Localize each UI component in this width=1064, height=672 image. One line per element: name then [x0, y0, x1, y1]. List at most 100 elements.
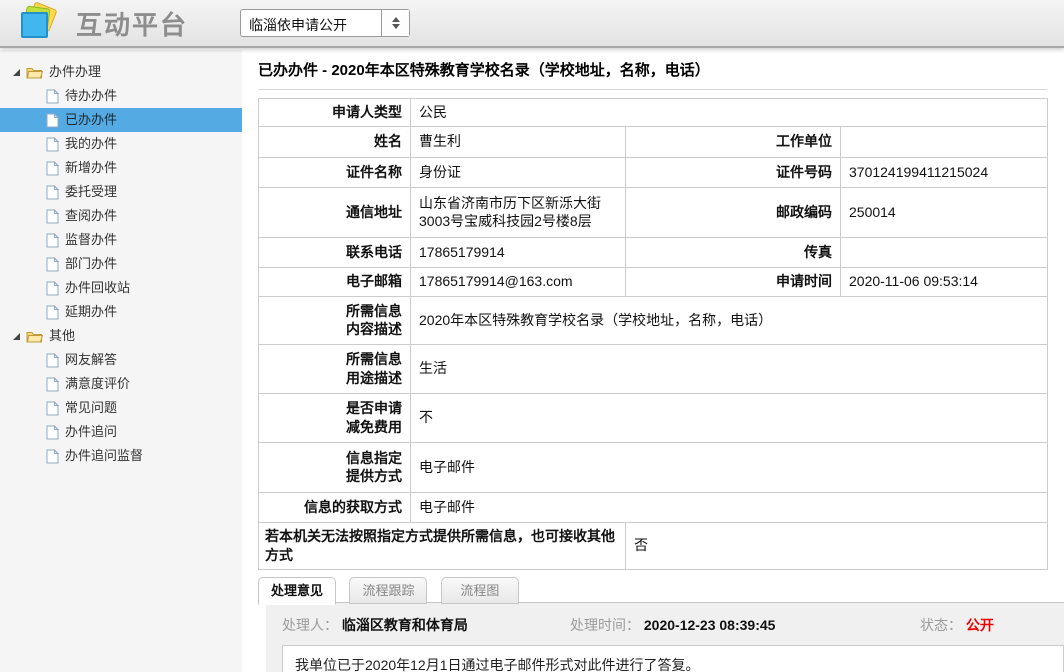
field-value: 2020年本区特殊教育学校名录（学校地址，名称，电话）: [411, 296, 1048, 344]
sidebar-item-supervise-items[interactable]: 监督办件: [0, 228, 242, 252]
sidebar-item-completed-items[interactable]: 已办办件: [0, 108, 242, 132]
sidebar-item-label: 部门办件: [65, 252, 117, 276]
sidebar-item-label: 已办办件: [65, 108, 117, 132]
platform-select-value: 临淄依申请公开: [241, 10, 381, 36]
field-label: 申请时间: [626, 267, 841, 296]
app-window: 互动平台 临淄依申请公开 办件办理 待办办件 已办办件 我的办件: [0, 0, 1064, 672]
page-icon: [46, 113, 59, 128]
handle-time-label: 处理时间：: [570, 617, 640, 633]
sidebar-item-label: 监督办件: [65, 228, 117, 252]
field-value: 17865179914@163.com: [411, 267, 626, 296]
field-label: 电子邮箱: [259, 267, 411, 296]
expand-triangle-icon[interactable]: [13, 69, 20, 76]
page-icon: [46, 353, 59, 368]
field-value: 电子邮件: [411, 492, 1048, 522]
app-title: 互动平台: [76, 5, 188, 42]
sidebar-item-my-items[interactable]: 我的办件: [0, 132, 242, 156]
header-bar: 互动平台 临淄依申请公开: [0, 0, 1064, 48]
field-value: 2020-11-06 09:53:14: [841, 267, 1048, 296]
sidebar-item-label: 办件追问监督: [65, 444, 143, 468]
platform-select[interactable]: 临淄依申请公开: [240, 9, 410, 37]
field-value: [841, 237, 1048, 267]
field-value: 17865179914: [411, 237, 626, 267]
sidebar-item-label: 办件回收站: [65, 276, 130, 300]
field-label: 证件号码: [626, 157, 841, 187]
sidebar-folder-label: 办件办理: [49, 60, 101, 84]
folder-icon: [26, 330, 43, 343]
field-label: 信息指定 提供方式: [259, 442, 411, 492]
field-label: 所需信息 内容描述: [259, 296, 411, 344]
app-logo-icon: [16, 3, 62, 43]
field-label: 若本机关无法按照指定方式提供所需信息，也可接收其他方式: [259, 522, 626, 569]
tab-process-tracking[interactable]: 流程跟踪: [349, 577, 427, 604]
sidebar-item-label: 延期办件: [65, 300, 117, 324]
field-label: 联系电话: [259, 237, 411, 267]
application-detail-table: 申请人类型 公民 姓名 曹生利 工作单位 证件名称 身份证 证件号码 37012…: [258, 98, 1048, 570]
main-content: 已办办件 - 2020年本区特殊教育学校名录（学校地址，名称，电话） 申请人类型…: [242, 50, 1064, 672]
page-title: 已办办件 - 2020年本区特殊教育学校名录（学校地址，名称，电话）: [258, 50, 1047, 90]
handler-label: 处理人：: [282, 617, 338, 633]
field-label: 所需信息 用途描述: [259, 344, 411, 393]
tab-handling-opinion[interactable]: 处理意见: [258, 577, 336, 605]
status-badge: 公开: [966, 617, 994, 633]
field-value: 370124199411215024: [841, 157, 1048, 187]
sidebar-item-label: 新增办件: [65, 156, 117, 180]
sidebar-item-label: 待办办件: [65, 84, 117, 108]
sidebar-item-follow-up[interactable]: 办件追问: [0, 420, 242, 444]
sidebar-tree: 办件办理 待办办件 已办办件 我的办件 新增办件 委托受理 查阅办件 监督办件: [0, 50, 242, 672]
sidebar-item-satisfaction-rating[interactable]: 满意度评价: [0, 372, 242, 396]
field-value: 不: [411, 393, 1048, 442]
sidebar-item-new-item[interactable]: 新增办件: [0, 156, 242, 180]
field-label: 通信地址: [259, 187, 411, 237]
sidebar-item-label: 我的办件: [65, 132, 117, 156]
sidebar-folder-label: 其他: [49, 324, 75, 348]
sidebar-item-label: 常见问题: [65, 396, 117, 420]
tab-flow-chart[interactable]: 流程图: [441, 577, 519, 604]
field-label: 信息的获取方式: [259, 492, 411, 522]
page-icon: [46, 161, 59, 176]
sidebar-folder-others[interactable]: 其他: [0, 324, 242, 348]
sidebar-item-review-items[interactable]: 查阅办件: [0, 204, 242, 228]
field-value: 曹生利: [411, 126, 626, 157]
sidebar-item-label: 满意度评价: [65, 372, 130, 396]
sidebar-item-entrusted-acceptance[interactable]: 委托受理: [0, 180, 242, 204]
page-icon: [46, 281, 59, 296]
status-label: 状态：: [920, 617, 962, 633]
sidebar-folder-item-handling[interactable]: 办件办理: [0, 60, 242, 84]
field-value: 生活: [411, 344, 1048, 393]
page-icon: [46, 377, 59, 392]
page-icon: [46, 257, 59, 272]
field-label: 传真: [626, 237, 841, 267]
field-value: 山东省济南市历下区新泺大街3003号宝威科技园2号楼8层: [411, 187, 626, 237]
page-icon: [46, 401, 59, 416]
sidebar-item-delayed-items[interactable]: 延期办件: [0, 300, 242, 324]
sidebar-item-faq[interactable]: 常见问题: [0, 396, 242, 420]
sidebar-item-follow-up-supervision[interactable]: 办件追问监督: [0, 444, 242, 468]
handle-time-value: 2020-12-23 08:39:45: [644, 617, 776, 633]
field-label: 邮政编码: [626, 187, 841, 237]
expand-triangle-icon[interactable]: [13, 333, 20, 340]
field-value: 否: [626, 522, 1048, 569]
page-icon: [46, 425, 59, 440]
sidebar-item-department-items[interactable]: 部门办件: [0, 252, 242, 276]
spinner-arrows-icon[interactable]: [381, 10, 409, 36]
sidebar-item-recycle-bin[interactable]: 办件回收站: [0, 276, 242, 300]
field-label: 证件名称: [259, 157, 411, 187]
field-label: 是否申请 减免费用: [259, 393, 411, 442]
opinion-comment: 我单位已于2020年12月1日通过电子邮件形式对此件进行了答复。: [282, 645, 1064, 672]
opinion-panel: 处理人： 临淄区教育和体育局 处理时间： 2020-12-23 08:39:45…: [266, 603, 1064, 672]
tab-bar: 处理意见 流程跟踪 流程图: [258, 576, 1064, 603]
field-value: 公民: [411, 99, 1048, 127]
page-icon: [46, 209, 59, 224]
page-icon: [46, 137, 59, 152]
sidebar-item-pending-items[interactable]: 待办办件: [0, 84, 242, 108]
sidebar-item-netizen-answers[interactable]: 网友解答: [0, 348, 242, 372]
field-value: 电子邮件: [411, 442, 1048, 492]
folder-icon: [26, 66, 43, 79]
sidebar-item-label: 查阅办件: [65, 204, 117, 228]
page-icon: [46, 89, 59, 104]
opinion-meta-row: 处理人： 临淄区教育和体育局 处理时间： 2020-12-23 08:39:45…: [282, 615, 1064, 635]
field-value: 250014: [841, 187, 1048, 237]
sidebar-item-label: 办件追问: [65, 420, 117, 444]
handler-value: 临淄区教育和体育局: [342, 617, 468, 633]
